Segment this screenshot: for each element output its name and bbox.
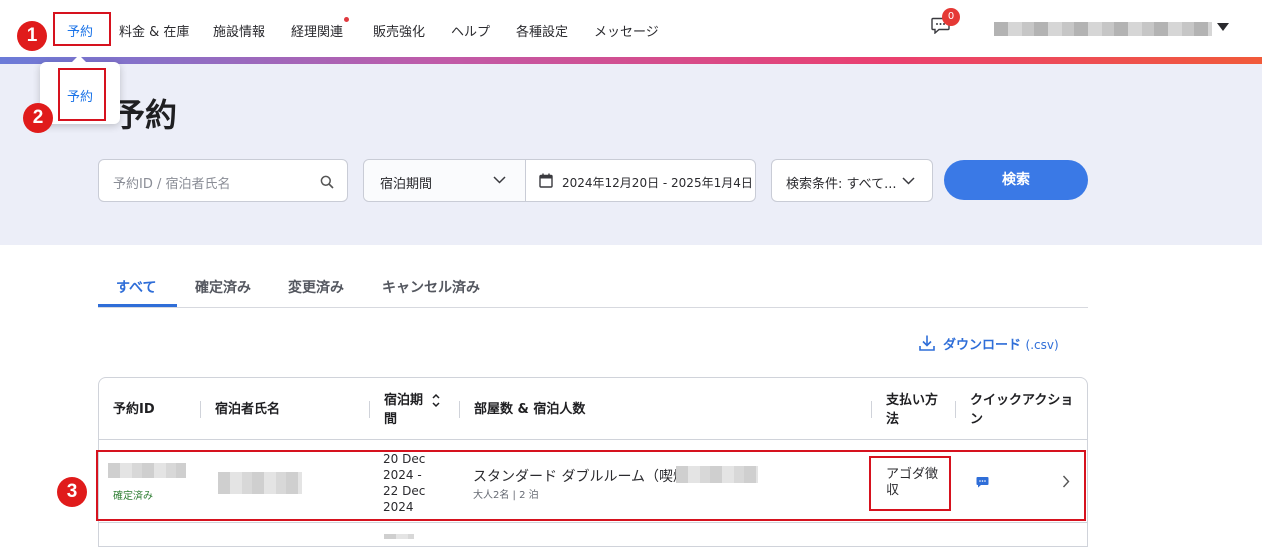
- header-stay-period-line2: 間: [384, 412, 398, 427]
- search-placeholder: 予約ID / 宿泊者氏名: [113, 177, 231, 192]
- callout-box-nav: [53, 12, 111, 46]
- column-divider: [369, 401, 370, 418]
- search-input[interactable]: 予約ID / 宿泊者氏名: [98, 159, 348, 202]
- column-divider: [955, 401, 956, 418]
- table-header-divider: [99, 439, 1087, 440]
- period-select-value: 宿泊期間: [380, 177, 433, 192]
- download-csv-link[interactable]: ダウンロード (.csv): [943, 334, 1059, 353]
- download-icon[interactable]: [918, 334, 936, 352]
- header-stay-period[interactable]: 宿泊期間: [384, 391, 423, 429]
- conditions-select-value: 検索条件: すべて...: [786, 177, 897, 192]
- header-quick-action: クイックアクション: [970, 391, 1073, 429]
- step-marker-3: 3: [57, 477, 87, 507]
- callout-box-payment: [869, 456, 951, 511]
- nav-item-settings[interactable]: 各種設定: [516, 21, 568, 40]
- step-marker-2: 2: [23, 103, 53, 133]
- date-range-input[interactable]: 2024年12月20日 - 2025年1月4日: [562, 174, 753, 191]
- tab-confirmed[interactable]: 確定済み: [195, 277, 251, 297]
- tab-modified[interactable]: 変更済み: [288, 277, 344, 297]
- period-select[interactable]: 宿泊期間: [364, 160, 526, 201]
- column-divider: [200, 401, 201, 418]
- callout-box-dropdown: [58, 68, 106, 121]
- nav-item-property-info[interactable]: 施設情報: [213, 21, 265, 40]
- column-divider: [871, 401, 872, 418]
- date-filter-group: 宿泊期間 2024年12月20日 - 2025年1月4日: [363, 159, 756, 202]
- caret-down-icon[interactable]: [1217, 23, 1229, 31]
- header-payment-method: 支払い方法: [886, 391, 938, 429]
- tab-all[interactable]: すべて: [116, 277, 156, 297]
- download-suffix: (.csv): [1025, 338, 1059, 352]
- top-nav-bar: 予約 料金 & 在庫 施設情報 経理関連 販売強化 ヘルプ 各種設定 メッセージ…: [0, 0, 1262, 57]
- conditions-select[interactable]: 検索条件: すべて...: [771, 159, 933, 202]
- header-stay-period-line1: 宿泊期: [384, 393, 424, 408]
- calendar-icon: [539, 173, 553, 188]
- header-rooms-guests: 部屋数 & 宿泊人数: [474, 402, 586, 417]
- user-name-redacted[interactable]: [994, 22, 1212, 36]
- header-reservation-id: 予約ID: [113, 402, 155, 417]
- column-divider: [459, 401, 460, 418]
- notification-dot: [344, 17, 349, 22]
- chevron-down-icon: [493, 176, 506, 184]
- tabs-divider: [98, 307, 1088, 308]
- tab-cancelled[interactable]: キャンセル済み: [382, 277, 480, 297]
- chat-count-badge: 0: [942, 8, 960, 26]
- header-payment-line1: 支払い方: [886, 393, 939, 408]
- search-icon[interactable]: [320, 175, 334, 189]
- nav-item-messages[interactable]: メッセージ: [594, 21, 659, 40]
- brand-gradient-bar: [0, 57, 1262, 64]
- header-payment-line2: 法: [886, 412, 900, 427]
- filter-panel: [0, 64, 1262, 245]
- header-quick-action-line1: クイックアクショ: [970, 393, 1074, 408]
- next-row-partial: [384, 534, 414, 539]
- nav-item-sales-boost[interactable]: 販売強化: [373, 21, 425, 40]
- step-marker-1: 1: [17, 21, 47, 51]
- row-divider: [99, 522, 1087, 523]
- search-button[interactable]: 検索: [944, 160, 1088, 200]
- page-title: 予約: [113, 96, 178, 134]
- header-guest-name: 宿泊者氏名: [215, 402, 281, 417]
- chevron-down-icon: [902, 177, 915, 185]
- header-quick-action-line2: ン: [970, 412, 984, 427]
- sort-icon[interactable]: [431, 393, 441, 408]
- download-label: ダウンロード: [943, 338, 1022, 353]
- nav-item-help[interactable]: ヘルプ: [451, 21, 490, 40]
- nav-item-finance[interactable]: 経理関連: [291, 21, 343, 40]
- nav-item-rates-inventory[interactable]: 料金 & 在庫: [119, 21, 189, 40]
